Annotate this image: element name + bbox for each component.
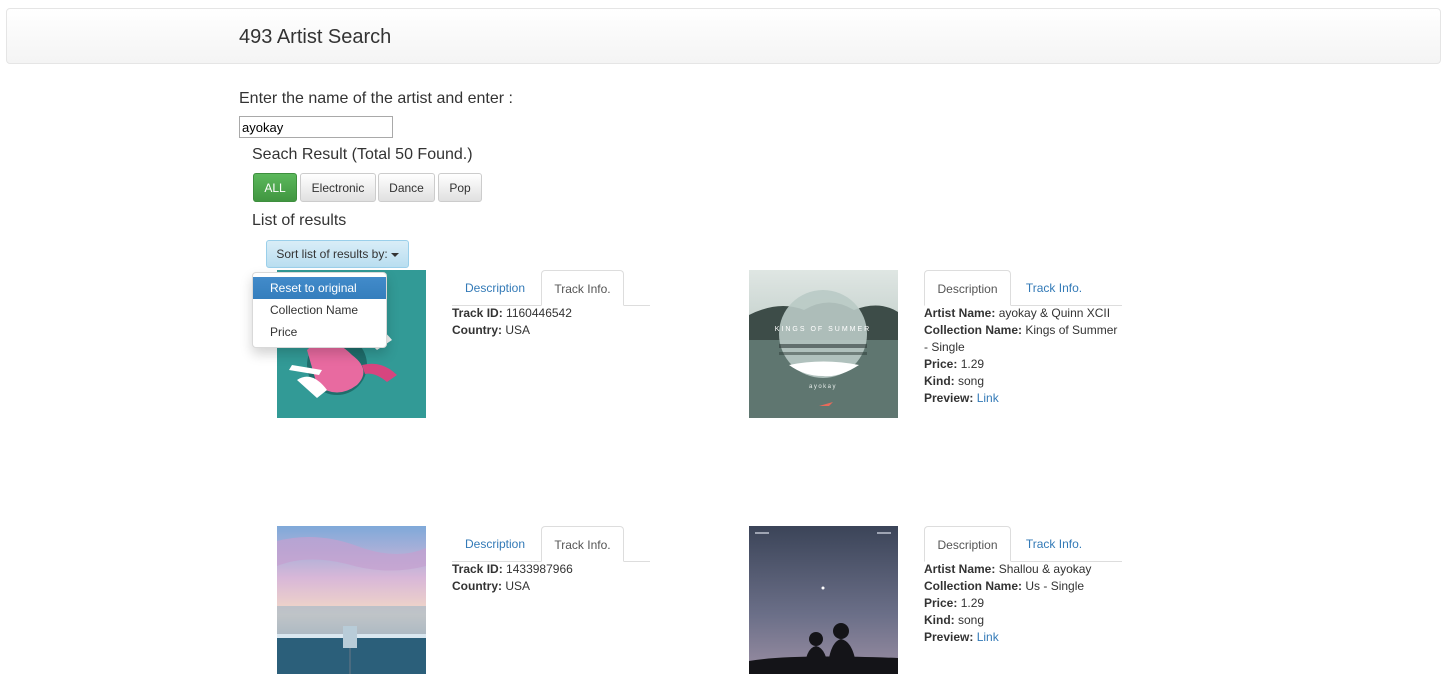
sort-option-reset[interactable]: Reset to original bbox=[253, 277, 386, 299]
preview-label: Preview: bbox=[924, 630, 974, 644]
tab-description[interactable]: Description bbox=[452, 526, 538, 562]
list-title: List of results bbox=[252, 212, 347, 229]
item-tabs: Description Track Info. bbox=[452, 270, 650, 306]
collection-name-label: Collection Name: bbox=[924, 323, 1023, 337]
track-id-value: 1433987966 bbox=[506, 562, 573, 576]
kind-value: song bbox=[958, 613, 985, 627]
item-tabs: Description Track Info. bbox=[452, 526, 650, 562]
description-info: Artist Name: ayokay & Quinn XCII Collect… bbox=[924, 305, 1124, 407]
track-info: Track ID: 1160446542 Country: USA bbox=[452, 305, 652, 339]
tab-track-info[interactable]: Track Info. bbox=[1014, 270, 1094, 306]
sort-dropdown-button[interactable]: Sort list of results by: bbox=[266, 240, 409, 268]
price-value: 1.29 bbox=[960, 596, 985, 610]
sort-dropdown-menu: Reset to original Collection Name Price bbox=[252, 272, 387, 348]
tab-track-info[interactable]: Track Info. bbox=[541, 270, 624, 306]
item-tabs: Description Track Info. bbox=[924, 526, 1122, 562]
tab-description[interactable]: Description bbox=[452, 270, 538, 306]
navbar: 493 Artist Search bbox=[6, 8, 1441, 64]
track-id-label: Track ID: bbox=[452, 306, 503, 320]
preview-label: Preview: bbox=[924, 391, 974, 405]
filter-dance-button[interactable]: Dance bbox=[378, 173, 435, 202]
art-title-text: KINGS OF SUMMER bbox=[775, 326, 872, 333]
caret-down-icon bbox=[390, 252, 399, 257]
artist-name-value: ayokay & Quinn XCII bbox=[998, 306, 1111, 320]
tab-track-info[interactable]: Track Info. bbox=[541, 526, 624, 562]
album-art bbox=[749, 526, 898, 674]
description-info: Artist Name: Shallou & ayokay Collection… bbox=[924, 561, 1124, 646]
tab-description[interactable]: Description bbox=[924, 526, 1011, 562]
price-label: Price: bbox=[924, 596, 958, 610]
country-label: Country: bbox=[452, 323, 502, 337]
artist-name-label: Artist Name: bbox=[924, 562, 996, 576]
kind-label: Kind: bbox=[924, 613, 955, 627]
artist-name-label: Artist Name: bbox=[924, 306, 996, 320]
search-input[interactable] bbox=[239, 116, 393, 138]
result-count: Seach Result (Total 50 Found.) bbox=[252, 146, 473, 163]
album-art: KINGS OF SUMMER ayokay bbox=[749, 270, 898, 418]
sort-label: Sort list of results by: bbox=[276, 247, 388, 261]
sort-option-collection-name[interactable]: Collection Name bbox=[253, 299, 386, 321]
country-label: Country: bbox=[452, 579, 502, 593]
preview-link[interactable]: Link bbox=[977, 630, 999, 644]
collection-name-label: Collection Name: bbox=[924, 579, 1023, 593]
item-tabs: Description Track Info. bbox=[924, 270, 1122, 306]
price-label: Price: bbox=[924, 357, 958, 371]
track-id-value: 1160446542 bbox=[506, 306, 572, 320]
page-title[interactable]: 493 Artist Search bbox=[239, 26, 391, 49]
country-value: USA bbox=[505, 579, 531, 593]
track-id-label: Track ID: bbox=[452, 562, 503, 576]
filter-all-button[interactable]: ALL bbox=[253, 173, 297, 202]
track-info: Track ID: 1433987966 Country: USA bbox=[452, 561, 652, 595]
price-value: 1.29 bbox=[960, 357, 985, 371]
kind-label: Kind: bbox=[924, 374, 955, 388]
country-value: USA bbox=[505, 323, 531, 337]
album-art bbox=[277, 526, 426, 674]
filter-pop-button[interactable]: Pop bbox=[438, 173, 482, 202]
artist-name-value: Shallou & ayokay bbox=[998, 562, 1092, 576]
kind-value: song bbox=[958, 374, 985, 388]
tab-description[interactable]: Description bbox=[924, 270, 1011, 306]
filter-electronic-button[interactable]: Electronic bbox=[300, 173, 376, 202]
search-prompt: Enter the name of the artist and enter : bbox=[239, 90, 513, 107]
preview-link[interactable]: Link bbox=[977, 391, 999, 405]
collection-name-value: Us - Single bbox=[1025, 579, 1085, 593]
sort-option-price[interactable]: Price bbox=[253, 321, 386, 343]
art-artist-text: ayokay bbox=[809, 384, 837, 390]
tab-track-info[interactable]: Track Info. bbox=[1014, 526, 1094, 562]
